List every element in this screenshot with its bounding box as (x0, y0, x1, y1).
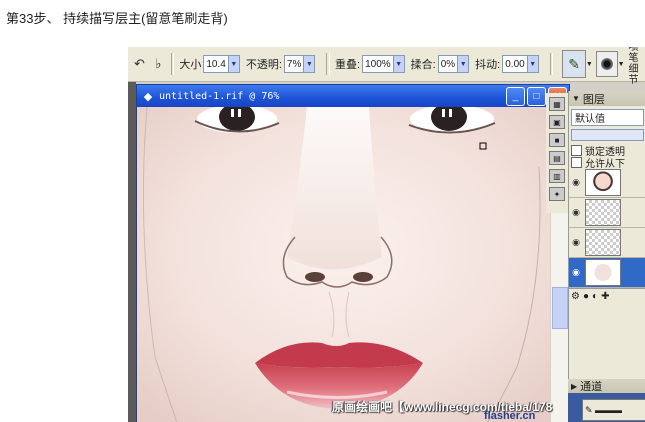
opacity-input[interactable]: 7% (283, 55, 305, 73)
blend-label: 揉合: (410, 59, 436, 71)
tracing-icon[interactable]: ▣ (549, 115, 565, 129)
dab-preview-button[interactable] (595, 51, 618, 77)
layer-row[interactable]: ◉ (569, 168, 645, 198)
chevron-down-icon[interactable]: ▼ (228, 55, 240, 73)
maximize-button[interactable]: □ (527, 86, 546, 106)
layer-commands-icon[interactable]: ⚙ (571, 291, 580, 302)
jitter-input[interactable]: 0.00 (502, 55, 528, 73)
step-caption: 第33步、 持续描写层主(留意笔刷走背) (6, 11, 228, 26)
paper-icon[interactable]: ▥ (549, 169, 565, 183)
chevron-down-icon[interactable]: ▼ (458, 55, 470, 73)
chevron-down-icon[interactable]: ▼ (393, 55, 405, 73)
document-icon: ◆ (143, 90, 153, 103)
layer-row[interactable]: ◉ (569, 228, 645, 258)
allow-below-label: 允许从下 (585, 158, 625, 170)
document-titlebar[interactable]: ◆ untitled-1.rif @ 76% _ □ ✕ (137, 85, 569, 107)
grid-icon[interactable]: ▦ (549, 97, 565, 111)
undo-icon[interactable]: ↶ (132, 55, 147, 73)
layers-panel-header[interactable]: ▼ 图层 (569, 91, 645, 106)
blend-field: 揉合: 0% ▼ (411, 55, 470, 73)
toolbar-separator (170, 53, 175, 75)
chevron-down-icon[interactable]: ▼ (618, 51, 625, 77)
dab-dot-icon (600, 58, 613, 70)
layer-opacity-slider[interactable] (571, 129, 644, 141)
size-input[interactable]: 10.4 (203, 55, 229, 73)
color-icon[interactable]: ■ (549, 133, 565, 147)
brush-category-2: 细节 (628, 64, 639, 86)
document-window: ◆ untitled-1.rif @ 76% _ □ ✕ (136, 84, 570, 422)
painting-canvas[interactable] (137, 107, 551, 422)
watermark-site: flasher.cn (484, 410, 536, 422)
channels-panel-title: 通道 (580, 381, 603, 393)
layers-panel: ▼ 图层 默认值 锁定透明 允许从下 ◉ ◉ ◉ ◉ ⚙ ● ◐ ✚ (568, 91, 645, 397)
mask-icon[interactable]: ◐ (592, 291, 598, 302)
size-label: 大小 (179, 59, 202, 71)
overlap-field: 重叠: 100% ▼ (335, 55, 405, 73)
chevron-down-icon[interactable]: ▼ (586, 51, 593, 77)
painter-screenshot: ↶ ♭ 大小 10.4 ▼ 不透明: 7% ▼ 重叠: 100% ▼ 揉合: 0… (128, 47, 645, 422)
composite-method-select[interactable]: 默认值 (571, 109, 644, 126)
brush-category-label: 喷笔 细节 (629, 47, 645, 86)
eye-icon[interactable]: ◉ (569, 237, 583, 248)
mixer-icon[interactable]: ▤ (549, 151, 565, 165)
brush-reset-icon[interactable]: ♭ (151, 55, 166, 73)
blend-input[interactable]: 0% (437, 55, 459, 73)
layer-thumbnail (585, 259, 621, 286)
checkbox-box[interactable] (571, 156, 582, 168)
dynamic-plugin-icon[interactable]: ● (583, 291, 589, 302)
scroll-thumb[interactable] (552, 287, 568, 329)
layer-tools-bar: ⚙ ● ◐ ✚ (569, 288, 645, 303)
left-panel-edge (128, 82, 136, 422)
chevron-right-icon: ▶ (571, 381, 578, 391)
eye-icon[interactable]: ◉ (569, 177, 583, 188)
brush-panel-content[interactable]: ✎ ▬▬▬ (582, 399, 645, 421)
allow-below-checkbox[interactable]: 允许从下 (571, 156, 645, 170)
layer-row-selected[interactable]: ◉ (569, 258, 645, 288)
overlap-label: 重叠: (335, 59, 361, 71)
chevron-down-icon[interactable]: ▼ (304, 55, 316, 73)
jitter-label: 抖动: (475, 59, 501, 71)
jitter-field: 抖动: 0.00 ▼ (475, 55, 539, 73)
eye-icon[interactable]: ◉ (569, 207, 583, 218)
new-layer-icon[interactable]: ✚ (601, 291, 609, 302)
chevron-down-icon: ▼ (572, 94, 580, 103)
layers-panel-title: 图层 (582, 93, 605, 106)
overlap-input[interactable]: 100% (362, 55, 394, 73)
size-field: 大小 10.4 ▼ (179, 55, 240, 73)
brush-panel: ✎ ▬▬▬ (568, 393, 645, 422)
checkbox-box[interactable] (571, 144, 582, 156)
toolbar-separator (326, 53, 331, 75)
layer-thumbnail (585, 199, 621, 226)
document-title: untitled-1.rif @ 76% (159, 90, 280, 102)
layer-row[interactable]: ◉ (569, 198, 645, 228)
chevron-down-icon[interactable]: ▼ (527, 55, 539, 73)
opacity-field: 不透明: 7% ▼ (246, 55, 316, 73)
eye-icon[interactable]: ◉ (569, 267, 583, 278)
brush-category-1: 喷笔 (628, 47, 639, 64)
layer-thumbnail (585, 229, 621, 256)
opacity-label: 不透明: (245, 59, 282, 71)
brush-selector-icon[interactable]: ✎ (562, 50, 586, 78)
canvas-mini-toolbar: ▦ ▣ ■ ▤ ▥ ✦ (546, 93, 568, 213)
settings-icon[interactable]: ✦ (549, 187, 565, 201)
toolbar-separator (549, 53, 554, 75)
face-painting (137, 107, 551, 422)
property-bar: ↶ ♭ 大小 10.4 ▼ 不透明: 7% ▼ 重叠: 100% ▼ 揉合: 0… (128, 47, 645, 86)
layer-thumbnail (585, 169, 621, 196)
minimize-button[interactable]: _ (506, 86, 525, 106)
channels-panel-header[interactable]: ▶ 通道 (568, 379, 645, 393)
